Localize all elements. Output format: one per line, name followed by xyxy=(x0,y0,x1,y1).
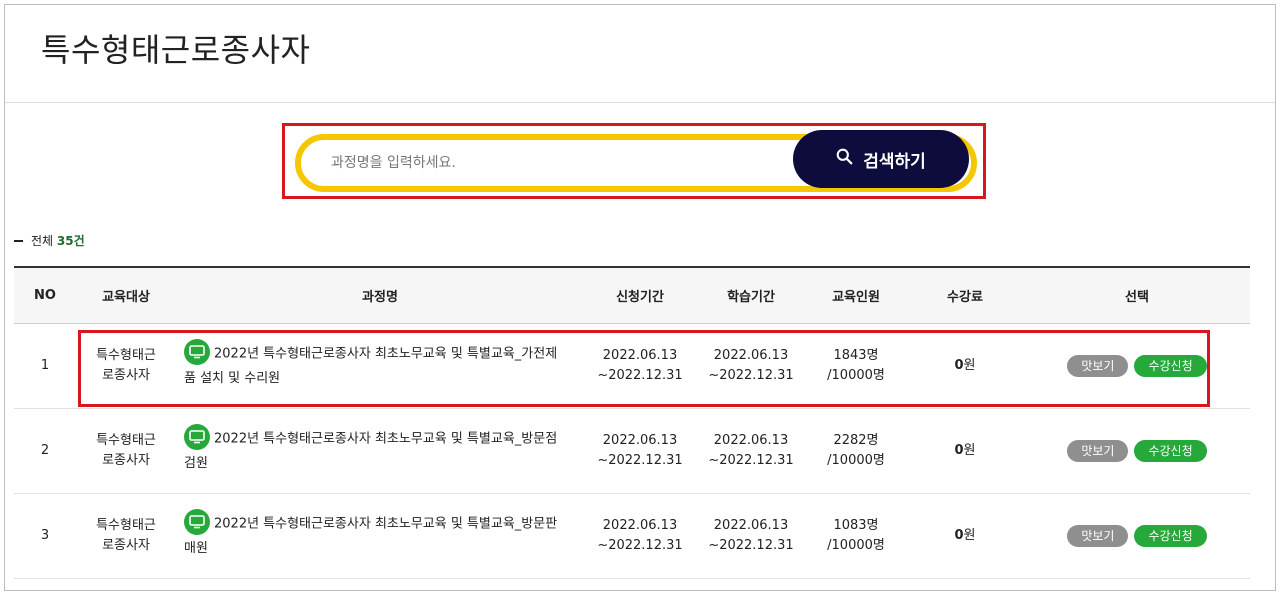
page-title: 특수형태근로종사자 xyxy=(41,31,311,69)
fee: 0원 xyxy=(906,408,1024,494)
preview-button[interactable]: 맛보기 xyxy=(1067,354,1129,377)
enrollment: 1843명/10000명 xyxy=(806,323,906,409)
monitor-icon xyxy=(184,423,210,450)
preview-button[interactable]: 맛보기 xyxy=(1067,524,1129,547)
table-row: 1 특수형태근 로종사자 2022년 특수형태근로종사자 최초노무교육 및 특별교… xyxy=(14,323,1250,409)
monitor-icon xyxy=(184,338,210,365)
preview-button[interactable]: 맛보기 xyxy=(1067,439,1129,462)
header-fee: 수강료 xyxy=(947,289,983,305)
dash-icon xyxy=(14,239,23,242)
row-no: 2 xyxy=(14,408,76,494)
fee: 0원 xyxy=(906,493,1024,579)
search-button[interactable]: 검색하기 xyxy=(793,130,969,188)
row-no: 3 xyxy=(14,493,76,579)
apply-period: 2022.06.13 ~2022.12.31 xyxy=(584,323,696,409)
header-no: NO xyxy=(34,287,56,303)
study-period: 2022.06.13 ~2022.12.31 xyxy=(696,493,806,579)
row-target: 특수형태근 로종사자 xyxy=(76,493,176,579)
apply-period: 2022.06.13 ~2022.12.31 xyxy=(584,493,696,579)
apply-button[interactable]: 수강신청 xyxy=(1134,439,1207,462)
fee: 0원 xyxy=(906,323,1024,409)
row-actions: 맛보기 수강신청 xyxy=(1024,408,1250,494)
total-number: 35건 xyxy=(56,234,85,248)
course-title-link[interactable]: 2022년 특수형태근로종사자 최초노무교육 및 특별교육_가전제품 설치 및 … xyxy=(176,323,584,409)
row-target: 특수형태근 로종사자 xyxy=(76,323,176,409)
header-target: 교육대상 xyxy=(102,289,150,305)
monitor-icon xyxy=(184,508,210,535)
row-actions: 맛보기 수강신청 xyxy=(1024,493,1250,579)
table-header-row: NO 교육대상 과정명 신청기간 학습기간 교육인원 수강료 선택 xyxy=(14,267,1250,323)
search-button-label: 검색하기 xyxy=(863,151,926,172)
header-capacity: 교육인원 xyxy=(832,289,880,305)
total-count: 전체 35건 xyxy=(14,232,85,249)
page-header: 특수형태근로종사자 xyxy=(5,5,1275,103)
row-actions: 맛보기 수강신청 xyxy=(1024,323,1250,409)
row-target: 특수형태근 로종사자 xyxy=(76,408,176,494)
apply-button[interactable]: 수강신청 xyxy=(1134,354,1207,377)
apply-period: 2022.06.13 ~2022.12.31 xyxy=(584,408,696,494)
header-select: 선택 xyxy=(1125,289,1149,305)
study-period: 2022.06.13 ~2022.12.31 xyxy=(696,408,806,494)
search-input[interactable] xyxy=(331,150,791,176)
header-apply-period: 신청기간 xyxy=(616,289,664,305)
header-course: 과정명 xyxy=(362,289,398,305)
enrollment: 2282명/10000명 xyxy=(806,408,906,494)
course-title-link[interactable]: 2022년 특수형태근로종사자 최초노무교육 및 특별교육_방문판매원 xyxy=(176,493,584,579)
apply-button[interactable]: 수강신청 xyxy=(1134,524,1207,547)
course-title-link[interactable]: 2022년 특수형태근로종사자 최초노무교육 및 특별교육_방문점검원 xyxy=(176,408,584,494)
enrollment: 1083명/10000명 xyxy=(806,493,906,579)
search-highlight: 검색하기 xyxy=(282,123,986,199)
study-period: 2022.06.13 ~2022.12.31 xyxy=(696,323,806,409)
header-study-period: 학습기간 xyxy=(727,289,775,305)
table-row: 2 특수형태근 로종사자 2022년 특수형태근로종사자 최초노무교육 및 특별교… xyxy=(14,408,1250,494)
total-prefix: 전체 xyxy=(31,234,54,248)
row-no: 1 xyxy=(14,323,76,409)
course-table: NO 교육대상 과정명 신청기간 학습기간 교육인원 수강료 선택 1 특수형태… xyxy=(14,266,1250,579)
search-icon xyxy=(836,148,853,170)
table-row: 3 특수형태근 로종사자 2022년 특수형태근로종사자 최초노무교육 및 특별교… xyxy=(14,493,1250,579)
